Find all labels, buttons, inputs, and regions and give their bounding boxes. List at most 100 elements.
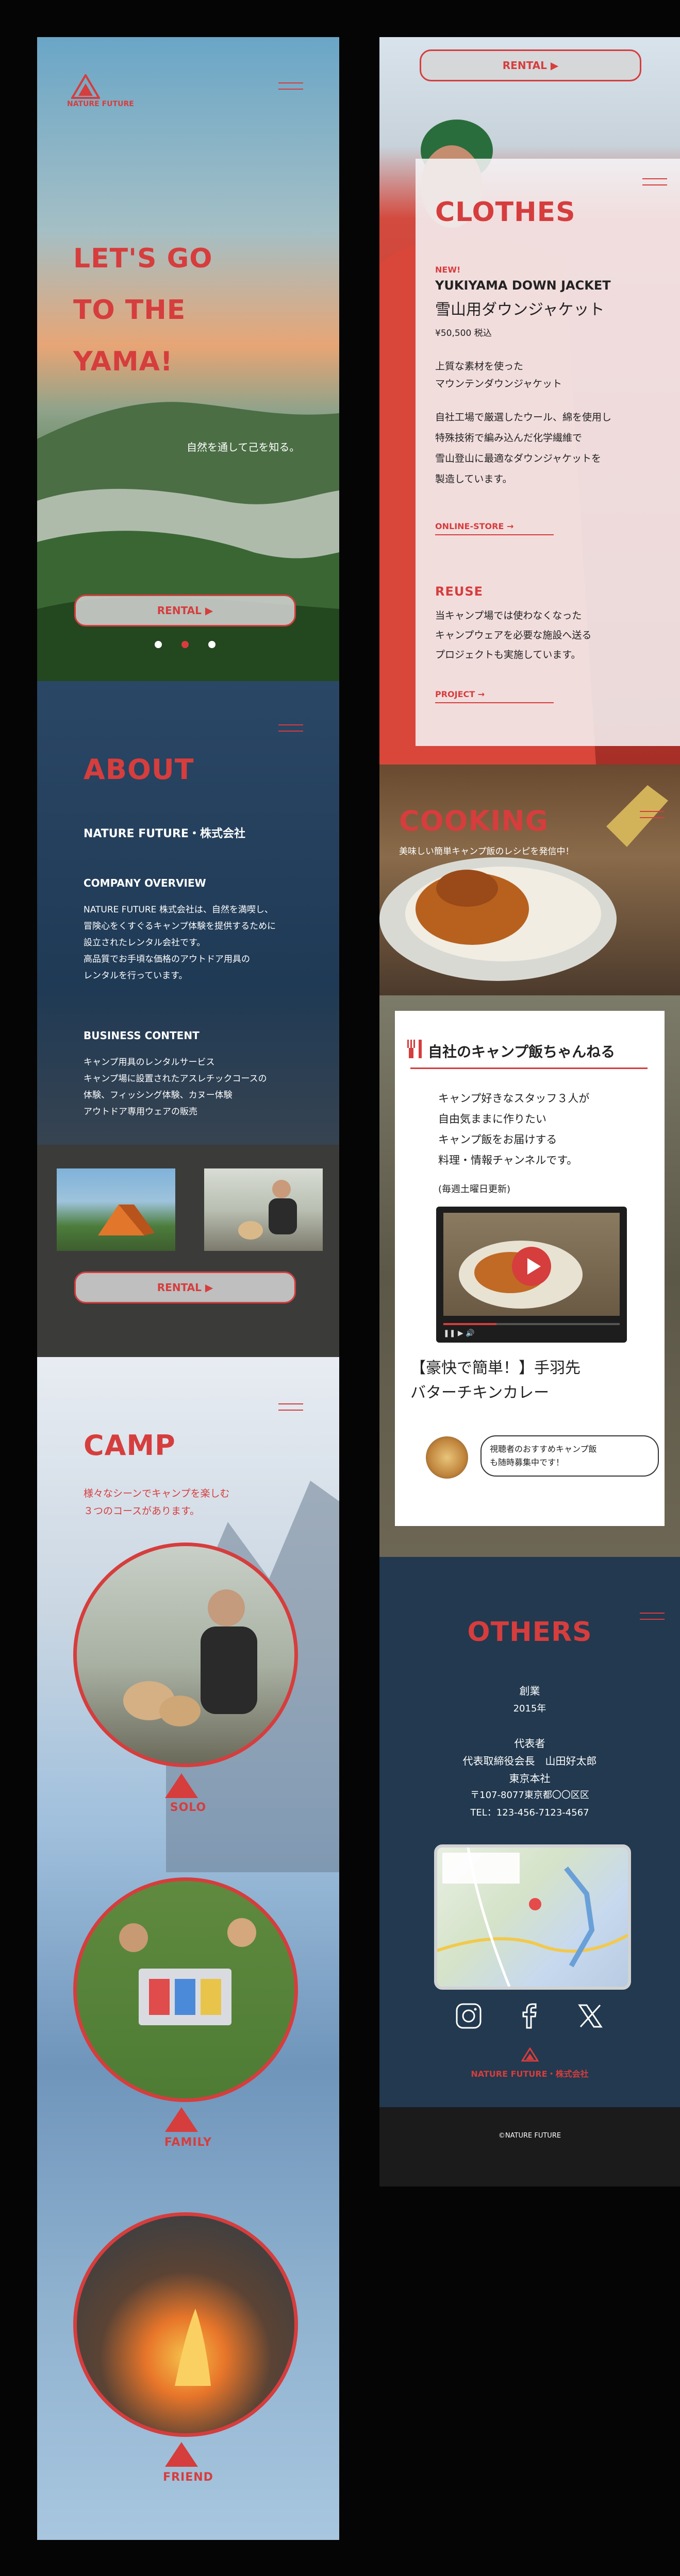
camp-menu-icon[interactable] [278,1403,303,1412]
founded-year: 2015年 [513,1703,546,1714]
channel-line: キャンプ好きなスタッフ３人が [438,1092,590,1105]
friend-course-image[interactable] [73,2212,298,2437]
copyright-text: ©NATURE FUTURE [498,2132,561,2140]
tent-photo [57,1168,175,1251]
overview-line: 冒険心をくすぐるキャンプ体験を提供するために [84,921,276,931]
cooking-heading: COOKING [399,805,549,837]
mountain-landscape-graphic [37,402,339,681]
left-page-column: NATURE FUTURE LET'S GO TO THE YAMA! 自然を通… [37,37,339,2540]
overview-line: 設立されたレンタル会社です。 [84,938,206,948]
desc-line: 上質な素材を使った [435,361,524,372]
burger-avatar [426,1436,468,1479]
hero-headline: LET'S GO TO THE YAMA! [73,233,213,387]
friend-arrow-icon [165,2442,198,2467]
cooking-menu-icon[interactable] [640,811,665,819]
about-heading: ABOUT [84,753,194,786]
desc-line: マウンテンダウンジャケット [435,378,562,389]
play-button-icon[interactable] [511,1246,552,1287]
business-content-title: BUSINESS CONTENT [84,1029,200,1042]
hero-headline-line-1: LET'S GO [73,243,213,274]
reuse-line: キャンプウェアを必要な施設へ送る [435,630,592,641]
family-course-image[interactable] [73,1877,298,2102]
channel-line: キャンプ飯をお届けする [438,1133,557,1146]
about-rental-button[interactable]: RENTAL ▶ [74,1272,296,1303]
office-address: 〒107-8077東京都〇〇区区 [470,1790,589,1801]
family-course-label[interactable]: FAMILY [37,2136,339,2149]
x-twitter-icon[interactable] [576,2002,604,2030]
right-page-column: RENTAL ▶ CLOTHES NEW! YUKIYAMA DOWN JACK… [379,37,680,2187]
company-overview-text: NATURE FUTURE 株式会社は、自然を満喫し、 冒険心をくすぐるキャンプ… [84,902,276,984]
hero-tagline: 自然を通して己を知る。 [187,441,300,453]
instagram-icon[interactable] [455,2002,483,2030]
solo-course-image[interactable] [73,1543,298,1767]
others-heading: OTHERS [467,1617,592,1648]
solo-course-label[interactable]: SOLO [37,1801,339,1814]
representative-name: 代表取締役会長 山田好太郎 [462,1755,597,1767]
family-arrow-icon [165,2107,198,2132]
video-progress-bar[interactable] [443,1323,620,1325]
camp-intro-line: ３つのコースがあります。 [84,1505,200,1517]
desc-line: 製造しています。 [435,473,512,485]
friend-course-label[interactable]: FRIEND [37,2471,339,2484]
business-line: キャンプ用具のレンタルサービス [84,1057,215,1067]
cooking-subtitle: 美味しい簡単キャンプ飯のレシピを発信中！ [399,846,574,857]
solo-arrow-icon [165,1773,198,1798]
business-line: アウトドア専用ウェアの販売 [84,1107,197,1117]
channel-line: 料理・情報チャンネルです。 [438,1154,578,1166]
clothes-menu-icon[interactable] [642,178,667,187]
video-title-line: 【豪快で簡単！】手羽先 [410,1359,581,1377]
curry-plate-graphic [379,785,668,981]
clothes-rental-button[interactable]: RENTAL ▶ [420,49,641,81]
video-title-line: バターチキンカレー [410,1384,550,1402]
office-map[interactable] [434,1844,631,1990]
others-section: OTHERS 創業 2015年 代表者 代表取締役会長 山田好太郎 東京本社 〒… [379,1557,680,2107]
business-content-text: キャンプ用具のレンタルサービス キャンプ場に設置されたアスレチックコースの 体験… [84,1054,267,1120]
carousel-dot-3[interactable] [208,641,215,648]
company-name: NATURE FUTURE・株式会社 [84,827,245,840]
overview-line: 高品質でお手頃な価格のアウトドア用具の [84,954,250,964]
video-player[interactable]: ❚❚ ▶ 🔊 [436,1207,627,1343]
brand-logo-icon [71,74,100,99]
online-store-link[interactable]: ONLINE-STORE → [435,521,554,535]
overview-line: NATURE FUTURE 株式会社は、自然を満喫し、 [84,905,273,915]
camp-intro: 様々なシーンでキャンプを楽しむ ３つのコースがあります。 [84,1485,229,1520]
reuse-title: REUSE [435,584,484,599]
product-desc-2: 自社工場で厳選したウール、綿を使用し 特殊技術で編み込んだ化学繊維で 雪山登山に… [435,407,611,489]
business-line: 体験、フィッシング体験、カヌー体験 [84,1090,233,1100]
fork-knife-icon [407,1040,422,1058]
video-controls[interactable]: ❚❚ ▶ 🔊 [443,1329,475,1337]
about-menu-icon[interactable] [278,724,303,733]
new-badge: NEW! [435,265,461,275]
video-progress-fill [443,1323,496,1325]
clothes-heading: CLOTHES [435,197,576,228]
channel-description: キャンプ好きなスタッフ３人が 自由気ままに作りたい キャンプ飯をお届けする 料理… [438,1088,589,1171]
video-title: 【豪快で簡単！】手羽先 バターチキンカレー [410,1356,581,1405]
dogs-photo [204,1168,323,1251]
cooking-section: COOKING 美味しい簡単キャンプ飯のレシピを発信中！ [379,765,680,995]
about-section: ABOUT NATURE FUTURE・株式会社 COMPANY OVERVIE… [37,681,339,1357]
project-link[interactable]: PROJECT → [435,689,554,703]
camp-heading: CAMP [84,1429,176,1462]
clothes-section: RENTAL ▶ CLOTHES NEW! YUKIYAMA DOWN JACK… [379,37,680,765]
update-note: (毎週土曜日更新) [438,1184,511,1195]
product-name-en: YUKIYAMA DOWN JACKET [435,278,611,293]
hero-section: NATURE FUTURE LET'S GO TO THE YAMA! 自然を通… [37,37,339,681]
product-desc-1: 上質な素材を使った マウンテンダウンジャケット [435,358,562,393]
office-tel: TEL：123-456-7123-4567 [470,1807,589,1818]
facebook-icon[interactable] [516,2002,543,2030]
channel-title-underline [410,1067,648,1069]
office-label: 東京本社 [509,1772,551,1785]
channel-section: 自社のキャンプ飯ちゃんねる キャンプ好きなスタッフ３人が 自由気ままに作りたい … [379,995,680,1557]
reuse-line: 当キャンプ場では使わなくなった [435,610,582,621]
representative-label: 代表者 [514,1737,545,1750]
business-line: キャンプ場に設置されたアスレチックコースの [84,1074,267,1084]
camp-section: CAMP 様々なシーンでキャンプを楽しむ ３つのコースがあります。 SOLO F… [37,1357,339,2540]
product-name-jp: 雪山用ダウンジャケット [435,301,605,319]
hero-rental-button[interactable]: RENTAL ▶ [74,595,296,626]
hamburger-menu-icon[interactable] [278,82,303,91]
carousel-dot-2[interactable] [181,641,189,648]
channel-line: 自由気ままに作りたい [438,1113,546,1125]
reuse-line: プロジェクトも実施しています。 [435,649,581,660]
carousel-dot-1[interactable] [155,641,162,648]
footer-logo-icon [521,2047,539,2062]
